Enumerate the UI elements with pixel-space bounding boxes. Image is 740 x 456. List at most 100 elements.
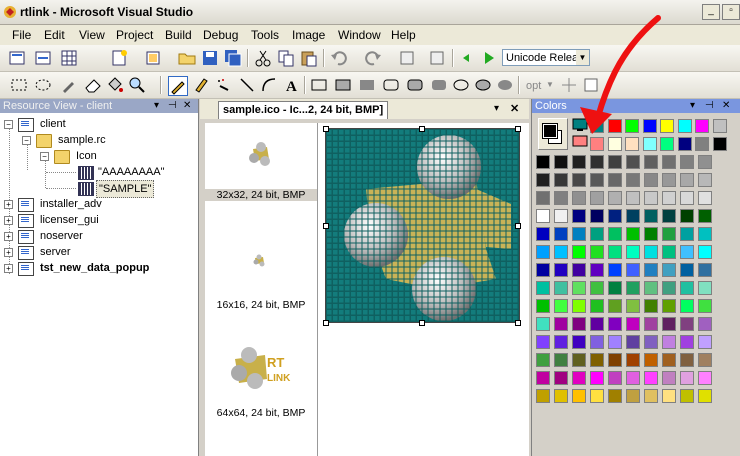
color-swatch[interactable]: [626, 155, 640, 169]
color-swatch[interactable]: [644, 371, 658, 385]
color-swatch[interactable]: [662, 353, 676, 367]
color-swatch[interactable]: [554, 353, 568, 367]
color-swatch[interactable]: [572, 191, 586, 205]
menu-view[interactable]: View: [79, 28, 105, 42]
color-swatch[interactable]: [680, 227, 694, 241]
color-swatch[interactable]: [572, 245, 586, 259]
menu-project[interactable]: Project: [116, 28, 153, 42]
color-swatch[interactable]: [554, 191, 568, 205]
minimize-button[interactable]: _: [702, 4, 720, 20]
filled-ellipse-icon[interactable]: [496, 76, 514, 94]
menu-build[interactable]: Build: [165, 28, 192, 42]
color-swatch[interactable]: [536, 155, 550, 169]
color-swatch[interactable]: [680, 389, 694, 403]
navigate-forward-icon[interactable]: [428, 49, 446, 67]
color-swatch[interactable]: [662, 371, 676, 385]
color-swatch[interactable]: [590, 371, 604, 385]
color-swatch[interactable]: [680, 299, 694, 313]
add-item-icon[interactable]: [34, 49, 52, 67]
chevron-down-icon[interactable]: ▼: [546, 80, 554, 89]
brush-icon[interactable]: [192, 76, 210, 94]
color-swatch[interactable]: [626, 389, 640, 403]
tab-sample-ico[interactable]: sample.ico - Ic...2, 24 bit, BMP]: [218, 101, 389, 119]
color-swatch[interactable]: [536, 209, 550, 223]
magnify-icon[interactable]: [128, 76, 146, 94]
thumbnail-64-icon[interactable]: RT LINK: [231, 345, 293, 391]
color-swatch[interactable]: [608, 263, 622, 277]
color-swatch[interactable]: [572, 263, 586, 277]
color-swatch[interactable]: [590, 317, 604, 331]
collapse-icon[interactable]: −: [4, 120, 13, 129]
dropdown-icon[interactable]: ▾: [154, 99, 159, 113]
pixel-grid-canvas[interactable]: [325, 128, 520, 323]
color-swatch[interactable]: [662, 389, 676, 403]
color-swatch[interactable]: [554, 335, 568, 349]
color-swatch[interactable]: [662, 227, 676, 241]
color-swatch[interactable]: [536, 191, 550, 205]
color-swatch[interactable]: [680, 317, 694, 331]
outlined-ellipse-icon[interactable]: [474, 76, 492, 94]
color-swatch[interactable]: [698, 191, 712, 205]
color-swatch[interactable]: [554, 227, 568, 241]
pencil-icon[interactable]: [168, 76, 188, 96]
pin-icon[interactable]: ⊣: [705, 99, 714, 113]
color-swatch[interactable]: [590, 173, 604, 187]
open-folder-icon[interactable]: [178, 49, 196, 67]
color-swatch[interactable]: [608, 173, 622, 187]
color-swatch[interactable]: [662, 281, 676, 295]
color-swatch[interactable]: [626, 353, 640, 367]
color-swatch[interactable]: [608, 317, 622, 331]
close-icon[interactable]: ✕: [722, 99, 730, 113]
color-swatch[interactable]: [677, 137, 692, 151]
ellipse-icon[interactable]: [452, 76, 470, 94]
color-swatch[interactable]: [644, 263, 658, 277]
color-swatch[interactable]: [698, 173, 712, 187]
menu-window[interactable]: Window: [338, 28, 381, 42]
color-swatch[interactable]: [590, 209, 604, 223]
color-swatch[interactable]: [590, 155, 604, 169]
color-swatch[interactable]: [644, 209, 658, 223]
color-swatch[interactable]: [662, 317, 676, 331]
start-debugging-icon[interactable]: [480, 49, 498, 67]
color-swatch[interactable]: [698, 155, 712, 169]
menu-file[interactable]: File: [12, 28, 31, 42]
menu-image[interactable]: Image: [292, 28, 325, 42]
color-swatch[interactable]: [608, 353, 622, 367]
color-swatch[interactable]: [536, 263, 550, 277]
foreground-color-swatch[interactable]: [542, 123, 558, 139]
color-swatch[interactable]: [677, 119, 692, 133]
redo-icon[interactable]: [364, 49, 382, 67]
color-swatch[interactable]: [554, 317, 568, 331]
color-swatch[interactable]: [608, 191, 622, 205]
color-swatch[interactable]: [626, 191, 640, 205]
expand-icon[interactable]: +: [4, 216, 13, 225]
cut-icon[interactable]: [254, 49, 272, 67]
color-swatch[interactable]: [698, 371, 712, 385]
save-all-icon[interactable]: [224, 49, 242, 67]
color-swatch[interactable]: [554, 209, 568, 223]
color-swatch[interactable]: [536, 227, 550, 241]
color-swatch[interactable]: [712, 119, 727, 133]
color-swatch[interactable]: [680, 335, 694, 349]
color-swatch[interactable]: [536, 245, 550, 259]
color-picker-icon[interactable]: [60, 76, 78, 94]
color-swatch[interactable]: [572, 335, 586, 349]
menu-help[interactable]: Help: [391, 28, 416, 42]
color-swatch[interactable]: [536, 317, 550, 331]
color-swatch[interactable]: [554, 299, 568, 313]
color-swatch[interactable]: [608, 389, 622, 403]
text-icon[interactable]: A: [282, 76, 300, 94]
expand-icon[interactable]: +: [4, 248, 13, 257]
thumbnail-16-icon[interactable]: [252, 253, 266, 267]
color-swatch[interactable]: [554, 173, 568, 187]
color-swatch[interactable]: [572, 299, 586, 313]
color-swatch[interactable]: [698, 263, 712, 277]
color-swatch[interactable]: [680, 281, 694, 295]
pin-icon[interactable]: ⊣: [168, 99, 177, 113]
color-swatch[interactable]: [644, 245, 658, 259]
color-swatch[interactable]: [680, 155, 694, 169]
rectangle-icon[interactable]: [310, 76, 328, 94]
color-swatch[interactable]: [662, 155, 676, 169]
grid-icon[interactable]: [60, 49, 78, 67]
outlined-round-rectangle-icon[interactable]: [406, 76, 424, 94]
